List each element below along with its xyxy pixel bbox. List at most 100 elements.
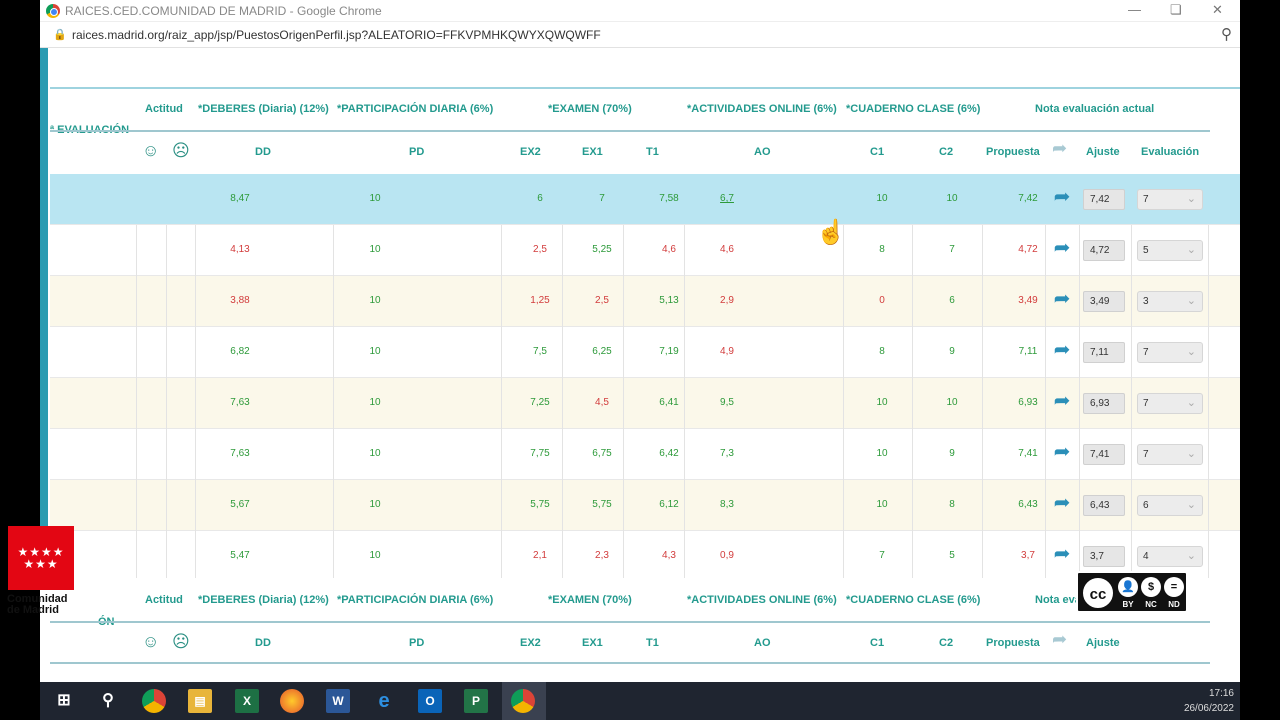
table-row[interactable]: 8,47 10 6 7 7,58 6,7 10 10 7,42 ➦ 7,42 7 ⌄: [50, 174, 1240, 225]
table-row[interactable]: 5,67 10 5,75 5,75 6,12 8,3 10 8 6,43 ➦ 6,43 6 ⌄: [50, 480, 1240, 531]
evaluacion-select[interactable]: 6 ⌄: [1137, 495, 1203, 516]
column-divider: [982, 225, 983, 276]
column-divider: [501, 225, 502, 276]
evaluacion-select[interactable]: 7 ⌄: [1137, 342, 1203, 363]
ajuste-input[interactable]: 3,49: [1083, 291, 1125, 312]
ajuste-input[interactable]: 6,43: [1083, 495, 1125, 516]
table-row[interactable]: 7,63 10 7,75 6,75 6,42 7,3 10 9 7,41 ➦ 7,41 7 ⌄: [50, 429, 1240, 480]
cell-ex1: 2,5: [595, 295, 609, 306]
system-clock[interactable]: 17:16 26/06/2022: [1184, 686, 1234, 716]
cell-ao[interactable]: 6,7: [697, 193, 757, 204]
chrome-taskbar-icon[interactable]: [142, 689, 166, 713]
cell-ao[interactable]: 2,9: [697, 295, 757, 306]
table-row[interactable]: 4,13 10 2,5 5,25 4,6 4,6 8 7 4,72 ➦ 4,72 5 ⌄: [50, 225, 1240, 276]
subheader-propuesta-2: Propuesta: [986, 637, 1040, 649]
column-divider: [1079, 225, 1080, 276]
excel-icon[interactable]: X: [235, 689, 259, 713]
cell-ao[interactable]: 0,9: [697, 550, 757, 561]
table-row[interactable]: 5,47 10 2,1 2,3 4,3 0,9 7 5 3,7 ➦ 3,7 4 ⌄: [50, 531, 1240, 582]
table-row[interactable]: 6,82 10 7,5 6,25 7,19 4,9 8 9 7,11 ➦ 7,11 7 ⌄: [50, 327, 1240, 378]
column-divider: [912, 225, 913, 276]
apply-proposal-arrow-icon[interactable]: ➦: [1050, 389, 1074, 413]
project-icon[interactable]: P: [464, 689, 488, 713]
evaluacion-select[interactable]: 3 ⌄: [1137, 291, 1203, 312]
apply-all-arrow-icon-2[interactable]: ➦: [1052, 629, 1067, 650]
table-row[interactable]: 7,63 10 7,25 4,5 6,41 9,5 10 10 6,93 ➦ 6,93 7 ⌄: [50, 378, 1240, 429]
sad-face-icon-2[interactable]: ☹: [172, 633, 190, 650]
ajuste-input[interactable]: 6,93: [1083, 393, 1125, 414]
address-bar[interactable]: 🔒 raices.madrid.org/raiz_app/jsp/Puestos…: [40, 22, 1240, 48]
ajuste-input[interactable]: 7,11: [1083, 342, 1125, 363]
apply-proposal-arrow-icon[interactable]: ➦: [1050, 287, 1074, 311]
file-explorer-icon[interactable]: ▤: [188, 689, 212, 713]
cell-ao[interactable]: 7,3: [697, 448, 757, 459]
subheader-t1: T1: [646, 146, 659, 158]
happy-face-icon[interactable]: ☺: [142, 142, 159, 159]
column-divider: [1208, 429, 1209, 480]
column-divider: [1131, 327, 1132, 378]
table-row[interactable]: 3,88 10 1,25 2,5 5,13 2,9 0 6 3,49 ➦ 3,49 3 ⌄: [50, 276, 1240, 327]
close-icon[interactable]: ✕: [1212, 2, 1223, 18]
search-icon[interactable]: ⚲: [96, 689, 120, 713]
evaluacion-select[interactable]: 7 ⌄: [1137, 189, 1203, 210]
word-icon[interactable]: W: [326, 689, 350, 713]
apply-proposal-arrow-icon[interactable]: ➦: [1050, 542, 1074, 566]
apply-proposal-arrow-icon[interactable]: ➦: [1050, 440, 1074, 464]
chevron-down-icon: ⌄: [1186, 550, 1196, 562]
ajuste-input[interactable]: 4,72: [1083, 240, 1125, 261]
column-divider: [501, 531, 502, 582]
cell-c2: 9: [949, 346, 955, 357]
apply-proposal-arrow-icon[interactable]: ➦: [1050, 185, 1074, 209]
cell-propuesta: 3,7: [1021, 550, 1035, 561]
ajuste-input[interactable]: 7,41: [1083, 444, 1125, 465]
cell-c1: 8: [879, 244, 885, 255]
subheader-ex1-2: EX1: [582, 637, 603, 649]
cell-ao[interactable]: 9,5: [697, 397, 757, 408]
firefox-icon[interactable]: [280, 689, 304, 713]
header-rule-3: [50, 662, 1210, 664]
cell-pd: 10: [369, 499, 381, 510]
column-divider: [501, 480, 502, 531]
comunidad-madrid-logo: ★★★★ ★★★: [8, 526, 74, 590]
subheader-ex1: EX1: [582, 146, 603, 158]
happy-face-icon-2[interactable]: ☺: [142, 633, 159, 650]
evaluacion-select[interactable]: 7 ⌄: [1137, 444, 1203, 465]
cell-pd: 10: [369, 448, 381, 459]
sad-face-icon[interactable]: ☹: [172, 142, 190, 159]
apply-proposal-arrow-icon[interactable]: ➦: [1050, 338, 1074, 362]
apply-all-arrow-icon[interactable]: ➦: [1052, 138, 1067, 159]
cell-ex1: 4,5: [595, 397, 609, 408]
cell-c2: 10: [946, 193, 958, 204]
cell-ao[interactable]: 4,9: [697, 346, 757, 357]
evaluacion-select[interactable]: 7 ⌄: [1137, 393, 1203, 414]
restore-icon[interactable]: ❏: [1170, 2, 1182, 18]
windows-start-icon[interactable]: ⊞: [52, 689, 76, 713]
column-divider: [843, 429, 844, 480]
header-participacion: *PARTICIPACIÓN DIARIA (6%): [337, 103, 494, 115]
internet-explorer-icon[interactable]: e: [372, 689, 396, 713]
cell-t1: 7,19: [659, 346, 679, 357]
apply-proposal-arrow-icon[interactable]: ➦: [1050, 491, 1074, 515]
chevron-down-icon: ⌄: [1186, 499, 1196, 511]
cell-propuesta: 7,41: [1018, 448, 1038, 459]
ajuste-input[interactable]: 3,7: [1083, 546, 1125, 567]
cell-c2: 5: [949, 550, 955, 561]
cell-ao[interactable]: 8,3: [697, 499, 757, 510]
subheader-pd: PD: [409, 146, 425, 158]
apply-proposal-arrow-icon[interactable]: ➦: [1050, 236, 1074, 260]
zoom-icon[interactable]: ⚲: [1221, 25, 1232, 43]
ajuste-input[interactable]: 7,42: [1083, 189, 1125, 210]
nd-icon: =: [1164, 577, 1184, 597]
header-deberes: *DEBERES (Diaria) (12%): [198, 103, 329, 115]
cell-c2: 8: [949, 499, 955, 510]
evaluacion-select[interactable]: 4 ⌄: [1137, 546, 1203, 567]
outlook-icon[interactable]: O: [418, 689, 442, 713]
url-text[interactable]: raices.madrid.org/raiz_app/jsp/PuestosOr…: [72, 28, 601, 42]
column-divider: [982, 429, 983, 480]
cell-c1: 10: [876, 448, 888, 459]
minimize-icon[interactable]: —: [1128, 2, 1141, 17]
header-actitud-2: Actitud: [145, 594, 183, 606]
chrome-active-taskbar-icon[interactable]: [511, 689, 535, 713]
evaluacion-select[interactable]: 5 ⌄: [1137, 240, 1203, 261]
cell-ao[interactable]: 4,6: [697, 244, 757, 255]
